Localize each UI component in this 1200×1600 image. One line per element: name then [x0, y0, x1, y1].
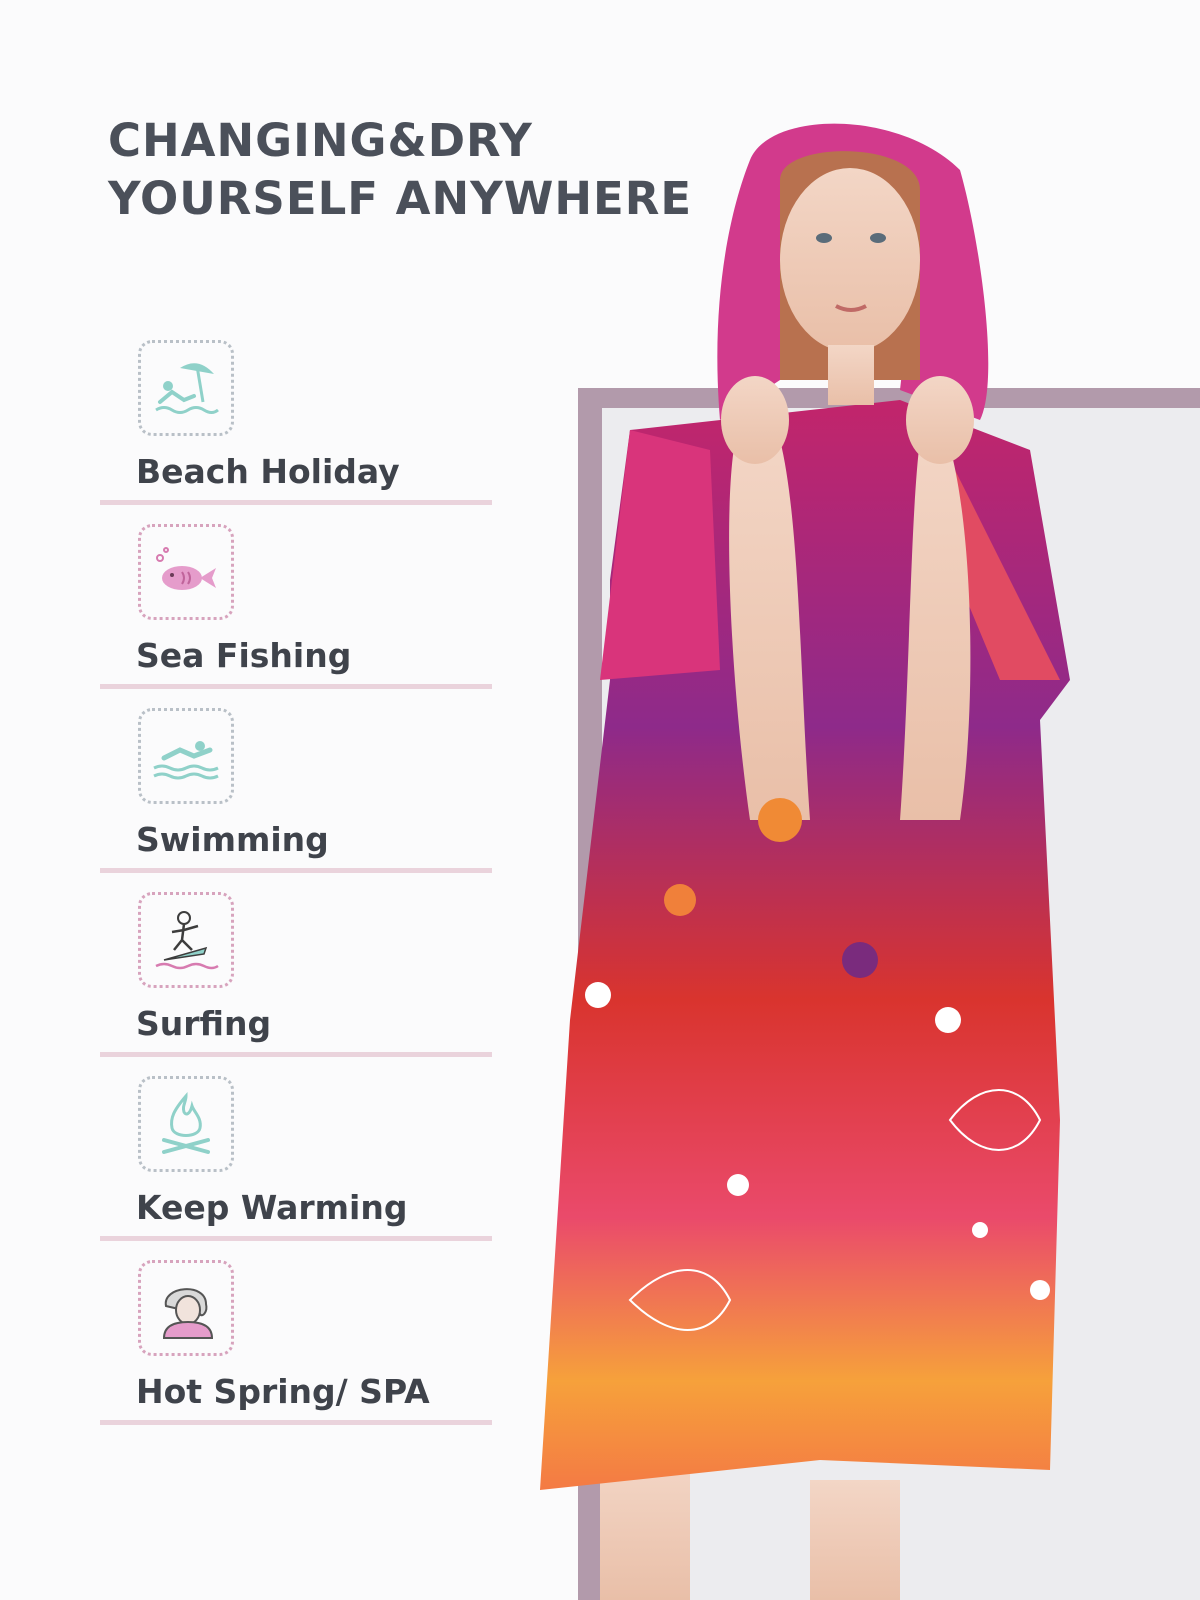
feature-label: Beach Holiday	[136, 452, 400, 491]
feature-item-swimming: Swimming	[100, 708, 492, 892]
campfire-icon	[138, 1076, 234, 1172]
divider	[100, 500, 492, 505]
fish-icon	[138, 524, 234, 620]
feature-label: Surfing	[136, 1004, 272, 1043]
feature-item-sea-fishing: Sea Fishing	[100, 524, 492, 708]
divider	[100, 1420, 492, 1425]
beach-umbrella-icon	[138, 340, 234, 436]
feature-label: Sea Fishing	[136, 636, 352, 675]
feature-item-surfing: Surfing	[100, 892, 492, 1076]
feature-item-hot-spring-spa: Hot Spring/ SPA	[100, 1260, 492, 1444]
feature-item-beach-holiday: Beach Holiday	[100, 340, 492, 524]
divider	[100, 1236, 492, 1241]
spa-person-icon	[138, 1260, 234, 1356]
feature-label: Swimming	[136, 820, 329, 859]
feature-item-keep-warming: Keep Warming	[100, 1076, 492, 1260]
feature-label: Keep Warming	[136, 1188, 408, 1227]
divider	[100, 1052, 492, 1057]
feature-list: Beach Holiday Sea Fishing Swimming Surfi…	[100, 340, 492, 1444]
feature-label: Hot Spring/ SPA	[136, 1372, 430, 1411]
model-in-hooded-poncho-image	[540, 123, 1070, 1600]
divider	[100, 684, 492, 689]
swimmer-icon	[138, 708, 234, 804]
divider	[100, 868, 492, 873]
surfer-icon	[138, 892, 234, 988]
